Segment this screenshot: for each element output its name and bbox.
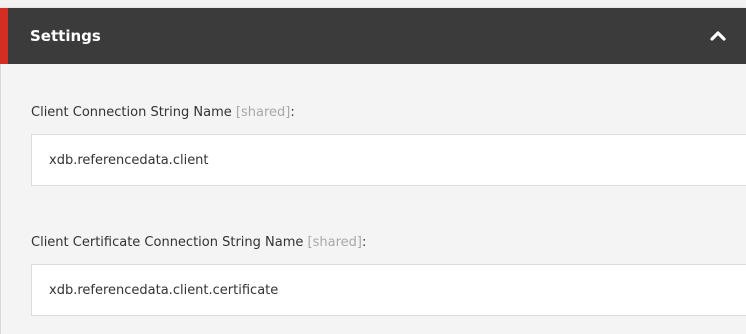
shared-scope-tag: [shared] xyxy=(307,235,362,250)
client-connection-string-input[interactable] xyxy=(31,134,746,186)
settings-section-body: Client Connection String Name [shared]: … xyxy=(0,64,746,334)
settings-panel: Settings Client Connection String Name [… xyxy=(0,0,746,334)
header-accent-bar xyxy=(0,8,8,64)
label-colon: : xyxy=(290,105,295,120)
section-title: Settings xyxy=(30,27,101,45)
client-certificate-connection-string-label: Client Certificate Connection String Nam… xyxy=(31,235,366,250)
client-certificate-connection-string-input[interactable] xyxy=(31,264,746,316)
settings-section-header[interactable]: Settings xyxy=(0,8,746,64)
label-colon: : xyxy=(361,235,367,250)
chevron-up-icon xyxy=(710,31,726,41)
shared-scope-tag: [shared] xyxy=(235,105,291,120)
client-connection-string-label: Client Connection String Name [shared]: xyxy=(31,105,295,120)
collapse-button[interactable] xyxy=(704,22,732,50)
field-label-text: Client Certificate Connection String Nam… xyxy=(31,235,304,250)
field-label-text: Client Connection String Name xyxy=(31,105,232,120)
